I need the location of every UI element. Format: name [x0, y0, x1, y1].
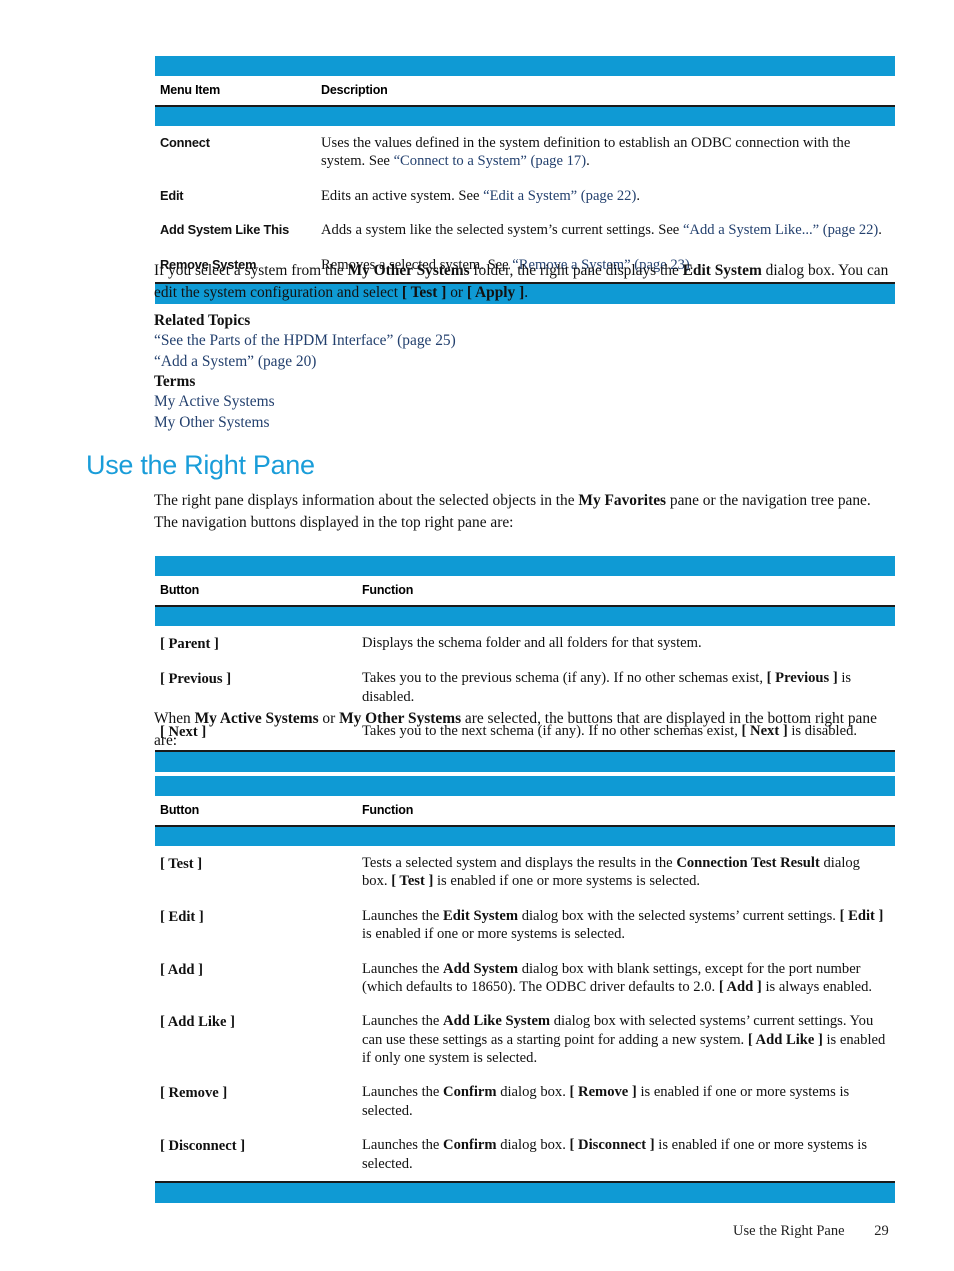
table-row: [ Parent ] Displays the schema folder and…: [155, 626, 895, 661]
table-rule-top: [155, 776, 895, 796]
table-header-row: Button Function: [155, 576, 895, 605]
table-cell-key: [ Edit ]: [160, 908, 204, 925]
table-cell-description: Launches the Confirm dialog box. [ Disco…: [362, 1137, 868, 1172]
bottom-pane-buttons-table: Button Function [ Test ] Tests a selected…: [155, 776, 895, 1203]
table-cell-description: Launches the Edit System dialog box with…: [362, 907, 884, 943]
paragraph-other-systems: If you select a system from the My Other…: [154, 262, 889, 301]
paragraph-systems-selected: When My Active Systems or My Other Syste…: [154, 710, 877, 749]
table-header-row: Button Function: [155, 796, 895, 825]
table-cell-description: Launches the Confirm dialog box. [ Remov…: [362, 1084, 850, 1119]
table-row: [ Add ] Launches the Add System dialog bo…: [155, 952, 895, 1005]
related-topic-link-hpdm-interface[interactable]: “See the Parts of the HPDM Interface” (p…: [154, 330, 898, 351]
table-cell-description: Takes you to the previous schema (if any…: [362, 670, 852, 705]
document-page: Menu Item Description Connect Uses the va…: [0, 0, 954, 1271]
table-cell-description: Launches the Add Like System dialog box …: [362, 1013, 886, 1066]
column-header-function: Function: [362, 803, 414, 817]
table-row: [ Previous ] Takes you to the previous sc…: [155, 661, 895, 714]
table-cell-description: Edits an active system. See “Edit a Syst…: [321, 187, 640, 204]
term-link-my-other-systems[interactable]: My Other Systems: [154, 412, 898, 433]
table-row: [ Remove ] Launches the Confirm dialog bo…: [155, 1075, 895, 1128]
column-header-menu-item: Menu Item: [160, 83, 221, 97]
column-header-function: Function: [362, 583, 414, 597]
table-cell-description: Launches the Add System dialog box with …: [362, 960, 873, 995]
page-title: Use the Right Pane: [86, 450, 315, 480]
footer-section-title: Use the Right Pane: [733, 1223, 845, 1239]
table-row: Connect Uses the values defined in the sy…: [155, 126, 895, 179]
section-intro-paragraph: The right pane displays information abou…: [154, 492, 871, 531]
table-rule-header: [155, 605, 895, 626]
table-cell-description: Tests a selected system and displays the…: [362, 855, 860, 890]
table-row: [ Add Like ] Launches the Add Like System…: [155, 1004, 895, 1075]
related-topics-block: Related Topics “See the Parts of the HPD…: [154, 312, 898, 433]
table-body: Connect Uses the values defined in the sy…: [155, 126, 895, 282]
table-cell-key: [ Add Like ]: [160, 1014, 236, 1031]
table-cell-key: [ Test ]: [160, 856, 203, 872]
column-header-button: Button: [160, 583, 200, 597]
table-row: [ Disconnect ] Launches the Confirm dialo…: [155, 1128, 895, 1181]
table-body: [ Test ] Tests a selected system and disp…: [155, 846, 895, 1181]
page-number: 29: [874, 1223, 889, 1239]
table-rule-bottom: [155, 749, 895, 772]
page-footer: Use the Right Pane 29: [733, 1223, 889, 1240]
table-rule-header: [155, 105, 895, 126]
column-header-description: Description: [321, 83, 388, 97]
table-cell-key: [ Add ]: [160, 961, 203, 978]
related-topics-heading: Related Topics: [154, 312, 251, 329]
table-cell-key: [ Disconnect ]: [160, 1138, 246, 1155]
table-rule-bottom: [155, 1180, 895, 1203]
table-rule-header: [155, 825, 895, 846]
related-topic-link-add-a-system[interactable]: “Add a System” (page 20): [154, 351, 898, 372]
table-cell-description: Uses the values defined in the system de…: [321, 135, 851, 170]
table-cell-key: [ Remove ]: [160, 1085, 228, 1102]
table-cell-key: Connect: [160, 135, 210, 150]
table-row: [ Edit ] Launches the Edit System dialog …: [155, 899, 895, 952]
table-cell-key: Add System Like This: [160, 222, 289, 238]
table-cell-key: [ Previous ]: [160, 671, 232, 688]
table-row: Add System Like This Adds a system like t…: [155, 213, 895, 247]
table-cell-key: Edit: [160, 187, 184, 203]
terms-heading: Terms: [154, 372, 196, 390]
table-rule-top: [155, 56, 895, 76]
column-header-button: Button: [160, 803, 200, 817]
table-cell-key: [ Parent ]: [160, 636, 219, 652]
table-header-row: Menu Item Description: [155, 76, 895, 105]
table-cell-description: Adds a system like the selected system’s…: [321, 222, 882, 239]
table-rule-top: [155, 556, 895, 576]
table-row: Edit Edits an active system. See “Edit a …: [155, 179, 895, 213]
table-row: [ Test ] Tests a selected system and disp…: [155, 846, 895, 899]
term-link-my-active-systems[interactable]: My Active Systems: [154, 391, 898, 412]
table-cell-description: Displays the schema folder and all folde…: [362, 635, 702, 651]
